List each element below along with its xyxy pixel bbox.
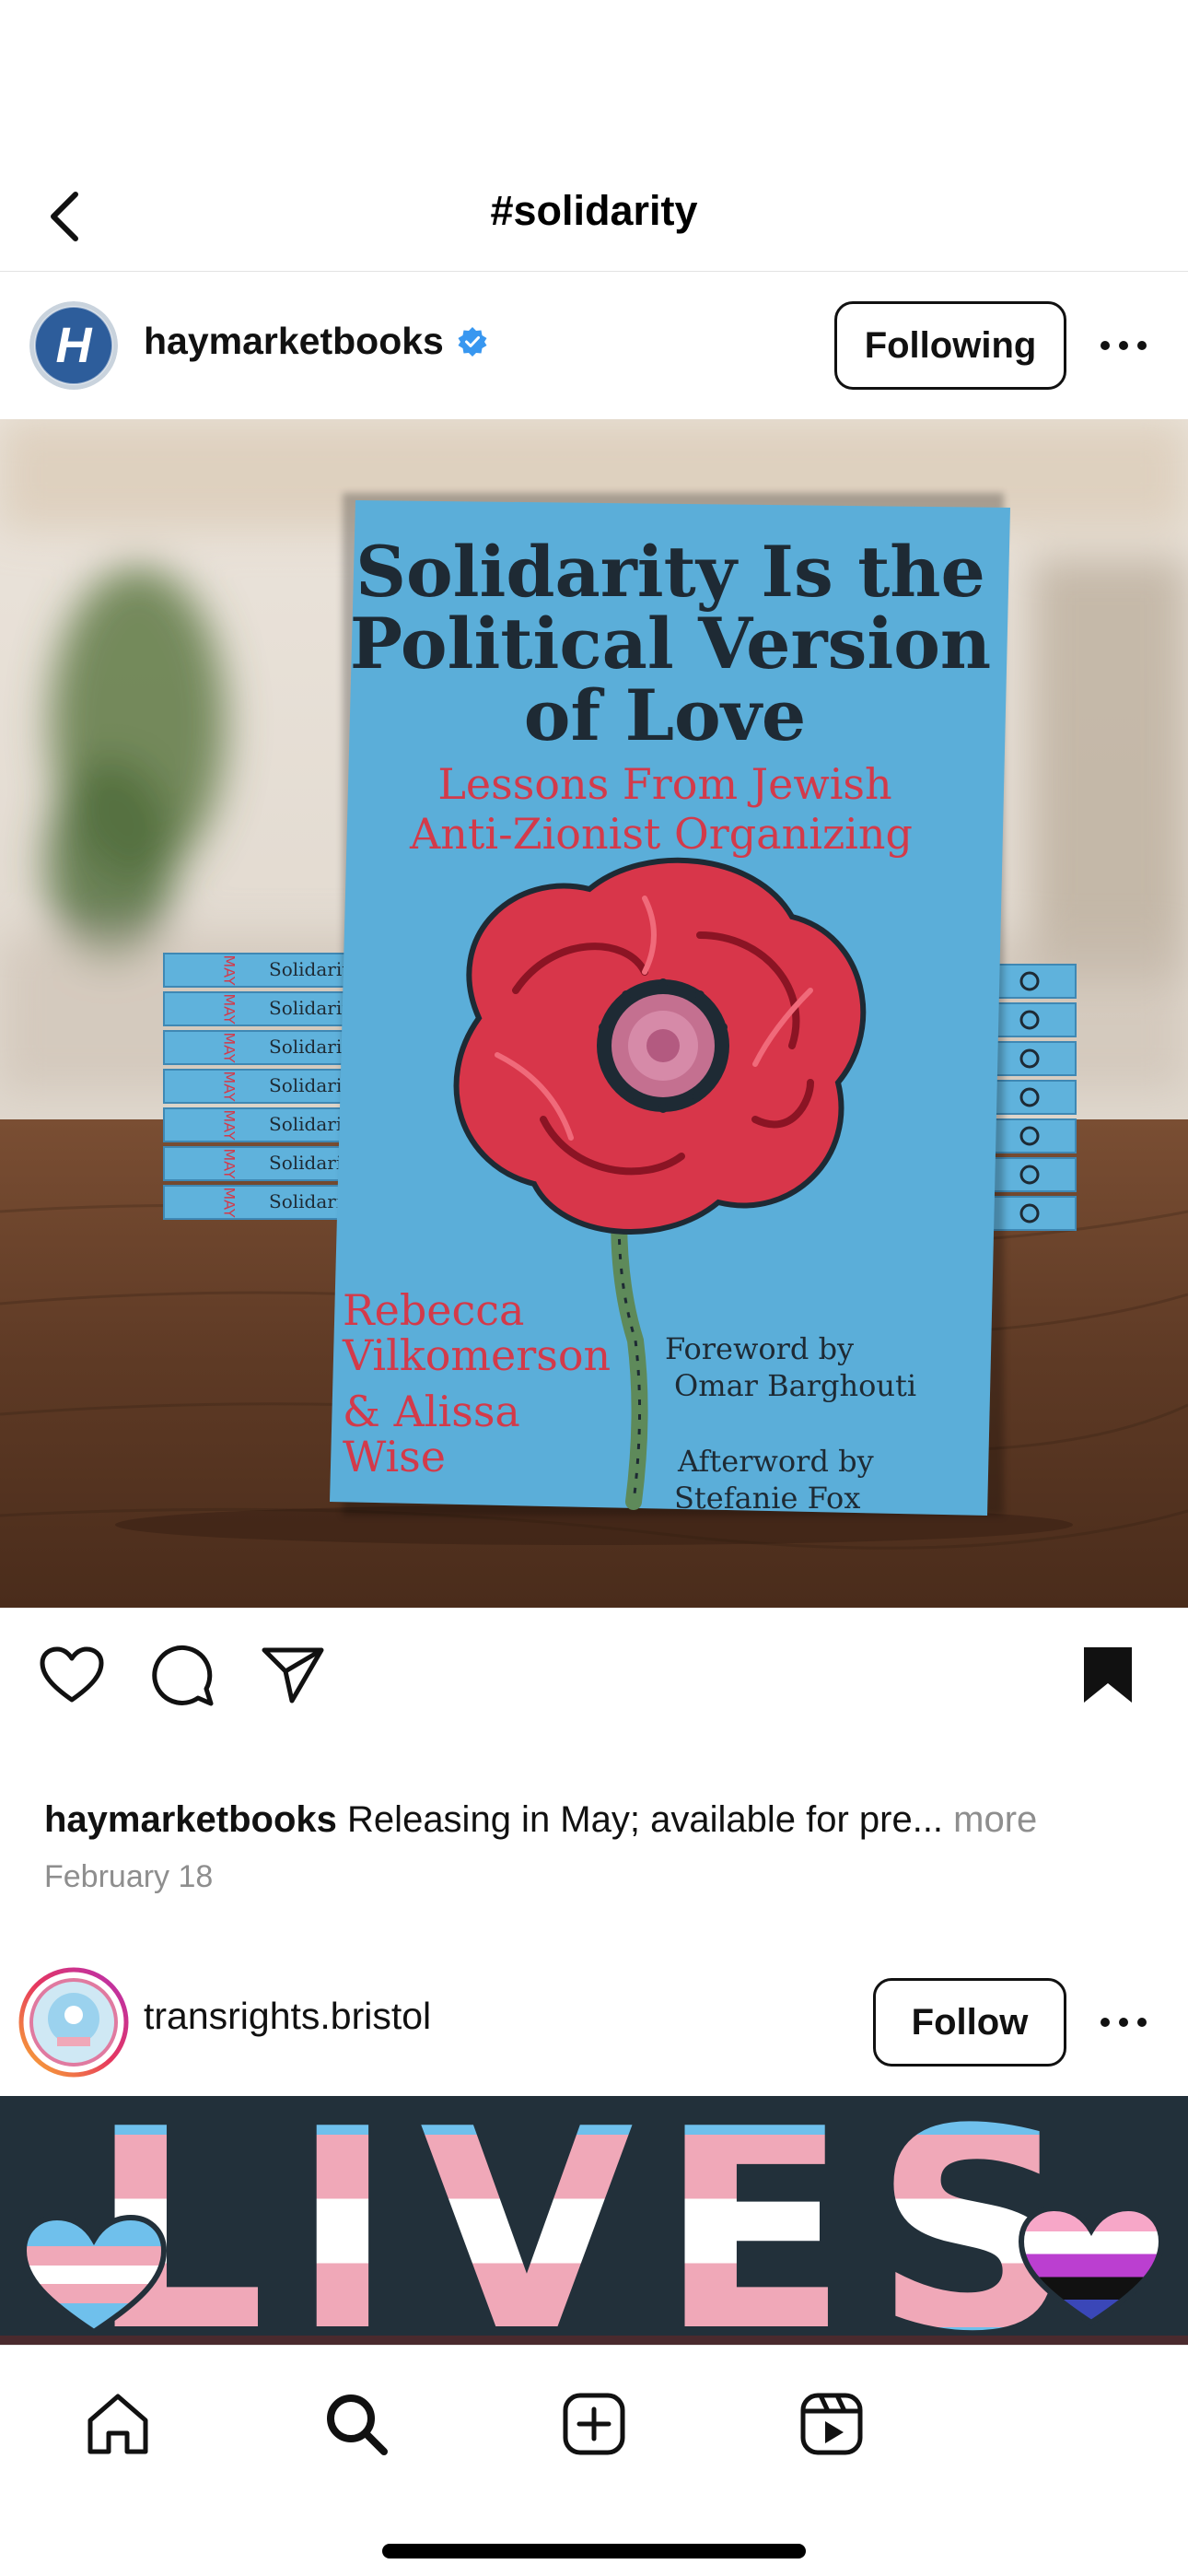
avatar[interactable] bbox=[18, 1967, 129, 2078]
like-button[interactable] bbox=[32, 1635, 111, 1715]
tab-home[interactable] bbox=[76, 2383, 159, 2465]
bookmark-icon bbox=[1084, 1647, 1132, 1703]
verified-badge-icon bbox=[458, 326, 487, 357]
tab-reels[interactable] bbox=[790, 2383, 873, 2465]
book-subtitle-line-2: Anti-Zionist Organizing bbox=[409, 809, 913, 859]
nav-header: #solidarity bbox=[0, 161, 1188, 272]
spine-month-label: MAY bbox=[221, 993, 239, 1025]
reels-icon bbox=[800, 2393, 863, 2455]
avatar-letter: H bbox=[56, 318, 93, 373]
status-bar bbox=[0, 0, 1188, 161]
spine-month-label: MAY bbox=[221, 1148, 239, 1179]
tab-search[interactable] bbox=[315, 2383, 398, 2465]
tab-bar bbox=[0, 2345, 1188, 2576]
caption-more-link[interactable]: more bbox=[953, 1799, 1037, 1840]
create-icon bbox=[563, 2393, 625, 2455]
home-icon bbox=[87, 2394, 148, 2454]
spine-month-label: MAY bbox=[221, 1032, 239, 1063]
spine-month-label: MAY bbox=[221, 1109, 239, 1141]
post-caption: haymarketbooks Releasing in May; availab… bbox=[44, 1792, 1159, 1847]
spine-month-label: MAY bbox=[221, 954, 239, 986]
spine-month-label: MAY bbox=[221, 1071, 239, 1102]
home-indicator bbox=[382, 2544, 806, 2558]
book-author-line-3: & Alissa bbox=[343, 1387, 520, 1436]
afterword-line-2: Stefanie Fox bbox=[674, 1481, 860, 1516]
username[interactable]: transrights.bristol bbox=[144, 1995, 431, 2038]
book-title-line-3: of Love bbox=[524, 674, 807, 756]
save-button[interactable] bbox=[1068, 1635, 1147, 1715]
foreword-line-1: Foreword by bbox=[665, 1331, 854, 1366]
post-image-2[interactable]: LIVES bbox=[0, 2096, 1188, 2345]
comment-icon bbox=[152, 1645, 214, 1706]
spine-month-label: MAY bbox=[221, 1187, 239, 1218]
follow-button[interactable]: Follow bbox=[873, 1978, 1066, 2067]
search-icon bbox=[327, 2395, 388, 2455]
post-header: H haymarketbooks Following bbox=[0, 272, 1188, 419]
ellipsis-icon bbox=[1101, 341, 1147, 350]
comment-button[interactable] bbox=[143, 1635, 222, 1715]
page-title: #solidarity bbox=[490, 187, 698, 234]
book-stack-left: MAY SolidarityMAY SolidarityMAY SolidarityM… bbox=[163, 953, 360, 1220]
avatar[interactable]: H bbox=[29, 301, 118, 390]
caption-username[interactable]: haymarketbooks bbox=[44, 1799, 337, 1840]
afterword-line-1: Afterword by bbox=[677, 1444, 874, 1479]
heart-icon bbox=[40, 1646, 104, 1703]
username[interactable]: haymarketbooks bbox=[144, 320, 444, 363]
foreword-line-2: Omar Barghouti bbox=[674, 1368, 916, 1403]
book-cover: Solidarity Is the Political Version of L… bbox=[330, 500, 1010, 1516]
book-author-line-1: Rebecca bbox=[343, 1285, 524, 1335]
book-author-line-2: Vilkomerson bbox=[342, 1330, 611, 1380]
more-options-button[interactable] bbox=[1087, 1985, 1160, 2059]
share-button[interactable] bbox=[253, 1635, 332, 1715]
book-author-line-4: Wise bbox=[343, 1432, 446, 1481]
book-title-line-2: Political Version bbox=[350, 603, 991, 685]
paper-plane-icon bbox=[262, 1647, 324, 1704]
caption-text: Releasing in May; available for pre... bbox=[347, 1799, 944, 1840]
post-date: February 18 bbox=[44, 1859, 214, 1894]
post-actions bbox=[0, 1608, 1188, 1741]
following-button[interactable]: Following bbox=[834, 301, 1066, 390]
book-title-line-1: Solidarity Is the bbox=[355, 531, 985, 613]
tab-create[interactable] bbox=[553, 2383, 635, 2465]
post-header-2: transrights.bristol Follow bbox=[0, 1949, 1188, 2096]
more-options-button[interactable] bbox=[1087, 309, 1160, 382]
ellipsis-icon bbox=[1101, 2018, 1147, 2027]
book-subtitle-line-1: Lessons From Jewish bbox=[437, 759, 891, 809]
banner-text: LIVES bbox=[89, 2096, 1099, 2345]
post-image[interactable]: MAY Solidarity MAY Solidarity MAY Solidarity M… bbox=[0, 419, 1188, 1608]
